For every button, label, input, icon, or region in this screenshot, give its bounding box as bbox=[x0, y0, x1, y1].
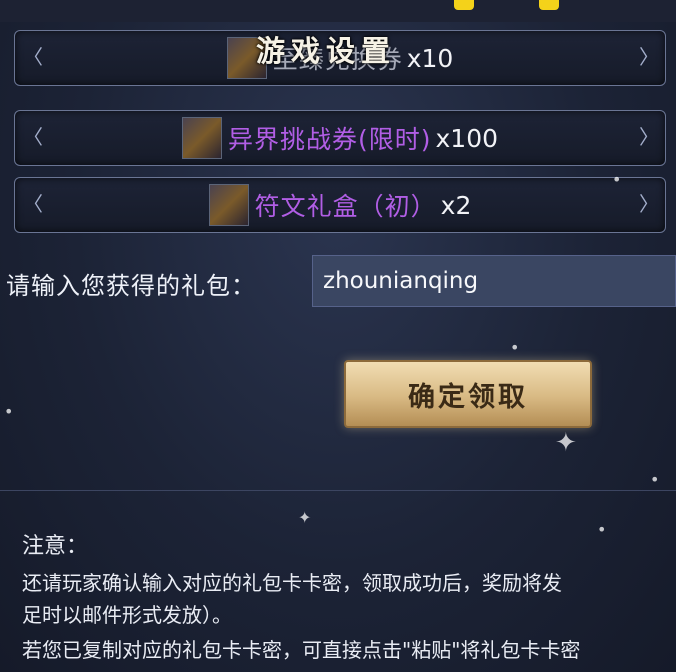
page-title: 游戏设置 bbox=[256, 34, 397, 68]
reward-qty: x10 bbox=[406, 43, 454, 73]
sparkle-icon: ✦ bbox=[555, 428, 577, 458]
notice-line: 还请玩家确认输入对应的礼包卡卡密，领取成功后，奖励将发 bbox=[22, 571, 562, 595]
gift-code-input[interactable]: zhounianqing bbox=[312, 255, 676, 307]
sparkle-icon: • bbox=[4, 402, 14, 421]
gift-box-icon bbox=[208, 184, 249, 226]
reward-item: 〈 〉 符文礼盒（初） x2 bbox=[14, 177, 666, 233]
notice-title: 注意： bbox=[22, 534, 89, 559]
top-bar bbox=[0, 0, 676, 22]
sparkle-icon: • bbox=[612, 170, 622, 189]
sparkle-icon: • bbox=[650, 470, 660, 489]
challenge-ticket-icon bbox=[181, 117, 222, 159]
reward-qty: x100 bbox=[435, 123, 499, 153]
reward-name: 符文礼盒（初） bbox=[254, 192, 437, 221]
gift-code-label: 请输入您获得的礼包： bbox=[6, 272, 256, 300]
sparkle-icon: • bbox=[510, 338, 520, 357]
notice-line: 若您已复制对应的礼包卡卡密，可直接点击"粘贴"将礼包卡卡密 bbox=[22, 638, 581, 662]
sparkle-icon: • bbox=[597, 520, 607, 539]
top-decoration bbox=[454, 0, 474, 10]
divider bbox=[0, 490, 676, 491]
reward-item: 〈 〉 异界挑战券(限时) x100 bbox=[14, 110, 666, 166]
reward-qty: x2 bbox=[440, 190, 472, 220]
sparkle-icon: ✦ bbox=[298, 508, 312, 527]
reward-name: 异界挑战券(限时) bbox=[227, 125, 432, 154]
top-decoration bbox=[539, 0, 559, 10]
confirm-claim-button[interactable]: 确定领取 bbox=[344, 360, 592, 428]
notice-line: 足时以邮件形式发放）。 bbox=[22, 603, 232, 627]
